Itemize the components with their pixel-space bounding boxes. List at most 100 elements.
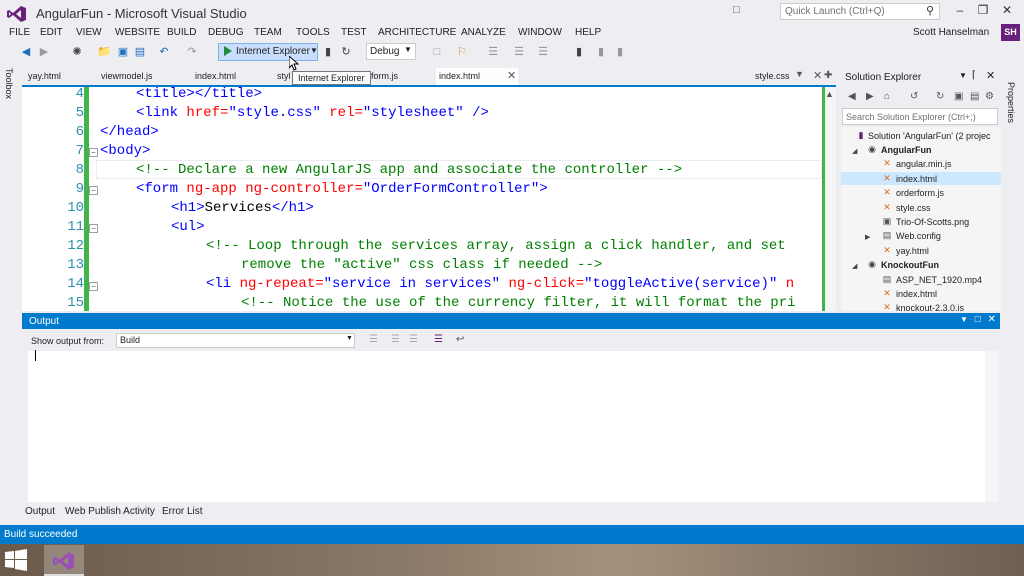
forward-icon[interactable]: ▶ bbox=[37, 45, 51, 59]
solution-search-input[interactable]: Search Solution Explorer (Ctrl+;) bbox=[842, 108, 998, 125]
quick-launch-input[interactable]: Quick Launch (Ctrl+Q) bbox=[780, 3, 940, 20]
redo-icon[interactable]: ↷ bbox=[185, 45, 199, 59]
code-line-6[interactable]: </head> bbox=[100, 124, 159, 140]
maximize-icon[interactable]: □ bbox=[975, 314, 981, 325]
tab-web-publish-activity[interactable]: Web Publish Activity bbox=[65, 506, 155, 517]
find-in-files-icon[interactable]: ⚐ bbox=[455, 45, 469, 59]
menu-build[interactable]: BUILD bbox=[167, 27, 196, 38]
menu-analyze[interactable]: ANALYZE bbox=[461, 27, 506, 38]
fold-toggle-icon[interactable]: − bbox=[89, 186, 98, 195]
prev-bookmark-icon[interactable]: ▮ bbox=[594, 45, 608, 59]
code-line-4[interactable]: <title></title> bbox=[136, 86, 262, 102]
home-icon[interactable]: ⌂ bbox=[884, 91, 890, 102]
windows-start-icon[interactable] bbox=[4, 549, 28, 571]
tab-style-css[interactable]: style.css bbox=[755, 71, 790, 81]
browser-link-icon[interactable]: ▮ bbox=[321, 45, 335, 59]
menu-website[interactable]: WEBSITE bbox=[115, 27, 160, 38]
properties-tab[interactable]: Properties bbox=[1006, 82, 1016, 123]
refresh-icon[interactable]: ↻ bbox=[936, 91, 944, 102]
refresh-icon[interactable]: ↻ bbox=[339, 45, 353, 59]
menu-file[interactable]: FILE bbox=[9, 27, 30, 38]
expand-arrow-icon[interactable]: ◢ bbox=[852, 262, 857, 270]
sync-icon[interactable]: ↺ bbox=[910, 91, 918, 102]
expand-arrow-icon[interactable]: ◢ bbox=[852, 147, 857, 155]
save-icon[interactable]: ▣ bbox=[116, 45, 130, 59]
chevron-down-icon[interactable]: ▼ bbox=[346, 335, 353, 342]
menu-team[interactable]: TEAM bbox=[254, 27, 282, 38]
tree-item-knockout-js[interactable]: knockout-2.3.0.js bbox=[896, 303, 964, 311]
menu-view[interactable]: VIEW bbox=[76, 27, 102, 38]
tab-orderform-js[interactable]: form.js bbox=[371, 71, 398, 81]
chevron-down-icon[interactable]: ▼ bbox=[959, 71, 967, 80]
chevron-down-icon[interactable]: ▼ bbox=[960, 315, 968, 324]
menu-test[interactable]: TEST bbox=[341, 27, 367, 38]
menu-debug[interactable]: DEBUG bbox=[208, 27, 244, 38]
fold-toggle-icon[interactable]: − bbox=[89, 224, 98, 233]
code-line-14[interactable]: <li ng-repeat="service in services" ng-c… bbox=[206, 276, 794, 292]
bookmark-icon[interactable]: ▮ bbox=[572, 45, 586, 59]
chevron-down-icon[interactable]: ▼ bbox=[795, 69, 804, 79]
menu-edit[interactable]: EDIT bbox=[40, 27, 63, 38]
code-line-15[interactable]: <!-- Notice the use of the currency filt… bbox=[241, 295, 796, 311]
code-line-12[interactable]: <!-- Loop through the services array, as… bbox=[206, 238, 786, 254]
scroll-up-icon[interactable]: ▲ bbox=[825, 89, 834, 99]
taskbar-visual-studio-button[interactable] bbox=[44, 545, 84, 576]
close-tab-icon[interactable]: ✕ bbox=[813, 69, 822, 82]
minimize-button[interactable]: – bbox=[950, 3, 970, 19]
prev-message-icon[interactable]: ☰ bbox=[391, 334, 400, 345]
close-tab-icon[interactable]: ✕ bbox=[507, 69, 516, 82]
find-icon[interactable]: □ bbox=[430, 45, 444, 59]
tab-error-list[interactable]: Error List bbox=[162, 506, 203, 517]
tree-item-knockoutfun[interactable]: KnockoutFun bbox=[881, 260, 939, 270]
pin-icon[interactable]: ⌈ bbox=[972, 70, 976, 81]
new-project-icon[interactable]: ✺ bbox=[70, 45, 84, 59]
close-icon[interactable]: ✕ bbox=[986, 69, 995, 82]
user-name[interactable]: Scott Hanselman bbox=[913, 27, 989, 38]
code-line-5[interactable]: <link href="style.css" rel="stylesheet" … bbox=[136, 105, 489, 121]
tree-item-angular-min-js[interactable]: angular.min.js bbox=[896, 159, 952, 169]
tree-item-orderform-js[interactable]: orderform.js bbox=[896, 188, 944, 198]
undo-icon[interactable]: ↶ bbox=[157, 45, 171, 59]
word-wrap-icon[interactable]: ↩ bbox=[456, 334, 464, 345]
close-button[interactable]: ✕ bbox=[997, 3, 1017, 19]
back-icon[interactable]: ◀ bbox=[848, 91, 856, 102]
indent-icon[interactable]: ☰ bbox=[536, 45, 550, 59]
chevron-down-icon[interactable]: ▼ bbox=[310, 46, 318, 55]
back-icon[interactable]: ◀ bbox=[19, 45, 33, 59]
tab-index-html-active[interactable]: index.html bbox=[439, 71, 480, 81]
code-line-8[interactable]: <!-- Declare a new AngularJS app and ass… bbox=[136, 162, 682, 178]
chevron-down-icon[interactable]: ▼ bbox=[404, 45, 412, 54]
collapse-all-icon[interactable]: ▣ bbox=[954, 91, 963, 102]
user-avatar[interactable]: SH bbox=[1001, 24, 1020, 41]
comment-icon[interactable]: ☰ bbox=[512, 45, 526, 59]
code-line-9[interactable]: <form ng-app ng-controller="OrderFormCon… bbox=[136, 181, 548, 197]
output-scrollbar[interactable] bbox=[985, 351, 999, 502]
menu-architecture[interactable]: ARCHITECTURE bbox=[378, 27, 456, 38]
tree-item-web-config[interactable]: Web.config bbox=[896, 231, 941, 241]
show-all-files-icon[interactable]: ▤ bbox=[970, 91, 979, 102]
tree-item-style-css[interactable]: style.css bbox=[896, 203, 931, 213]
go-to-line-icon[interactable]: ☰ bbox=[369, 334, 378, 345]
tree-item-solution[interactable]: Solution 'AngularFun' (2 projec bbox=[868, 131, 991, 141]
output-source-select[interactable]: Build bbox=[116, 333, 355, 348]
menu-help[interactable]: HELP bbox=[575, 27, 601, 38]
clear-all-icon[interactable]: ☰ bbox=[434, 334, 443, 345]
toolbox-tab[interactable]: Toolbox bbox=[4, 68, 14, 99]
tree-item-index-html-2[interactable]: index.html bbox=[896, 289, 937, 299]
save-all-icon[interactable]: ▤ bbox=[133, 45, 147, 59]
code-line-13[interactable]: remove the "active" css class if needed … bbox=[241, 257, 602, 273]
tab-output[interactable]: Output bbox=[25, 506, 55, 517]
code-line-10[interactable]: <h1>Services</h1> bbox=[171, 200, 314, 216]
tab-style-css-partial[interactable]: styl bbox=[277, 71, 291, 81]
tree-item-angularfun[interactable]: AngularFun bbox=[881, 145, 932, 155]
fold-toggle-icon[interactable]: − bbox=[89, 148, 98, 157]
collapse-arrow-icon[interactable]: ▶ bbox=[865, 233, 870, 241]
tree-item-trio-png[interactable]: Trio-Of-Scotts.png bbox=[896, 217, 969, 227]
output-text-area[interactable] bbox=[28, 351, 985, 502]
menu-tools[interactable]: TOOLS bbox=[296, 27, 330, 38]
tab-index-html[interactable]: index.html bbox=[195, 71, 236, 81]
tree-item-index-html[interactable]: index.html bbox=[896, 174, 937, 184]
close-icon[interactable]: ✕ bbox=[988, 314, 996, 325]
split-window-icon[interactable]: ✚ bbox=[824, 70, 832, 81]
properties-icon[interactable]: ⚙ bbox=[985, 91, 994, 102]
